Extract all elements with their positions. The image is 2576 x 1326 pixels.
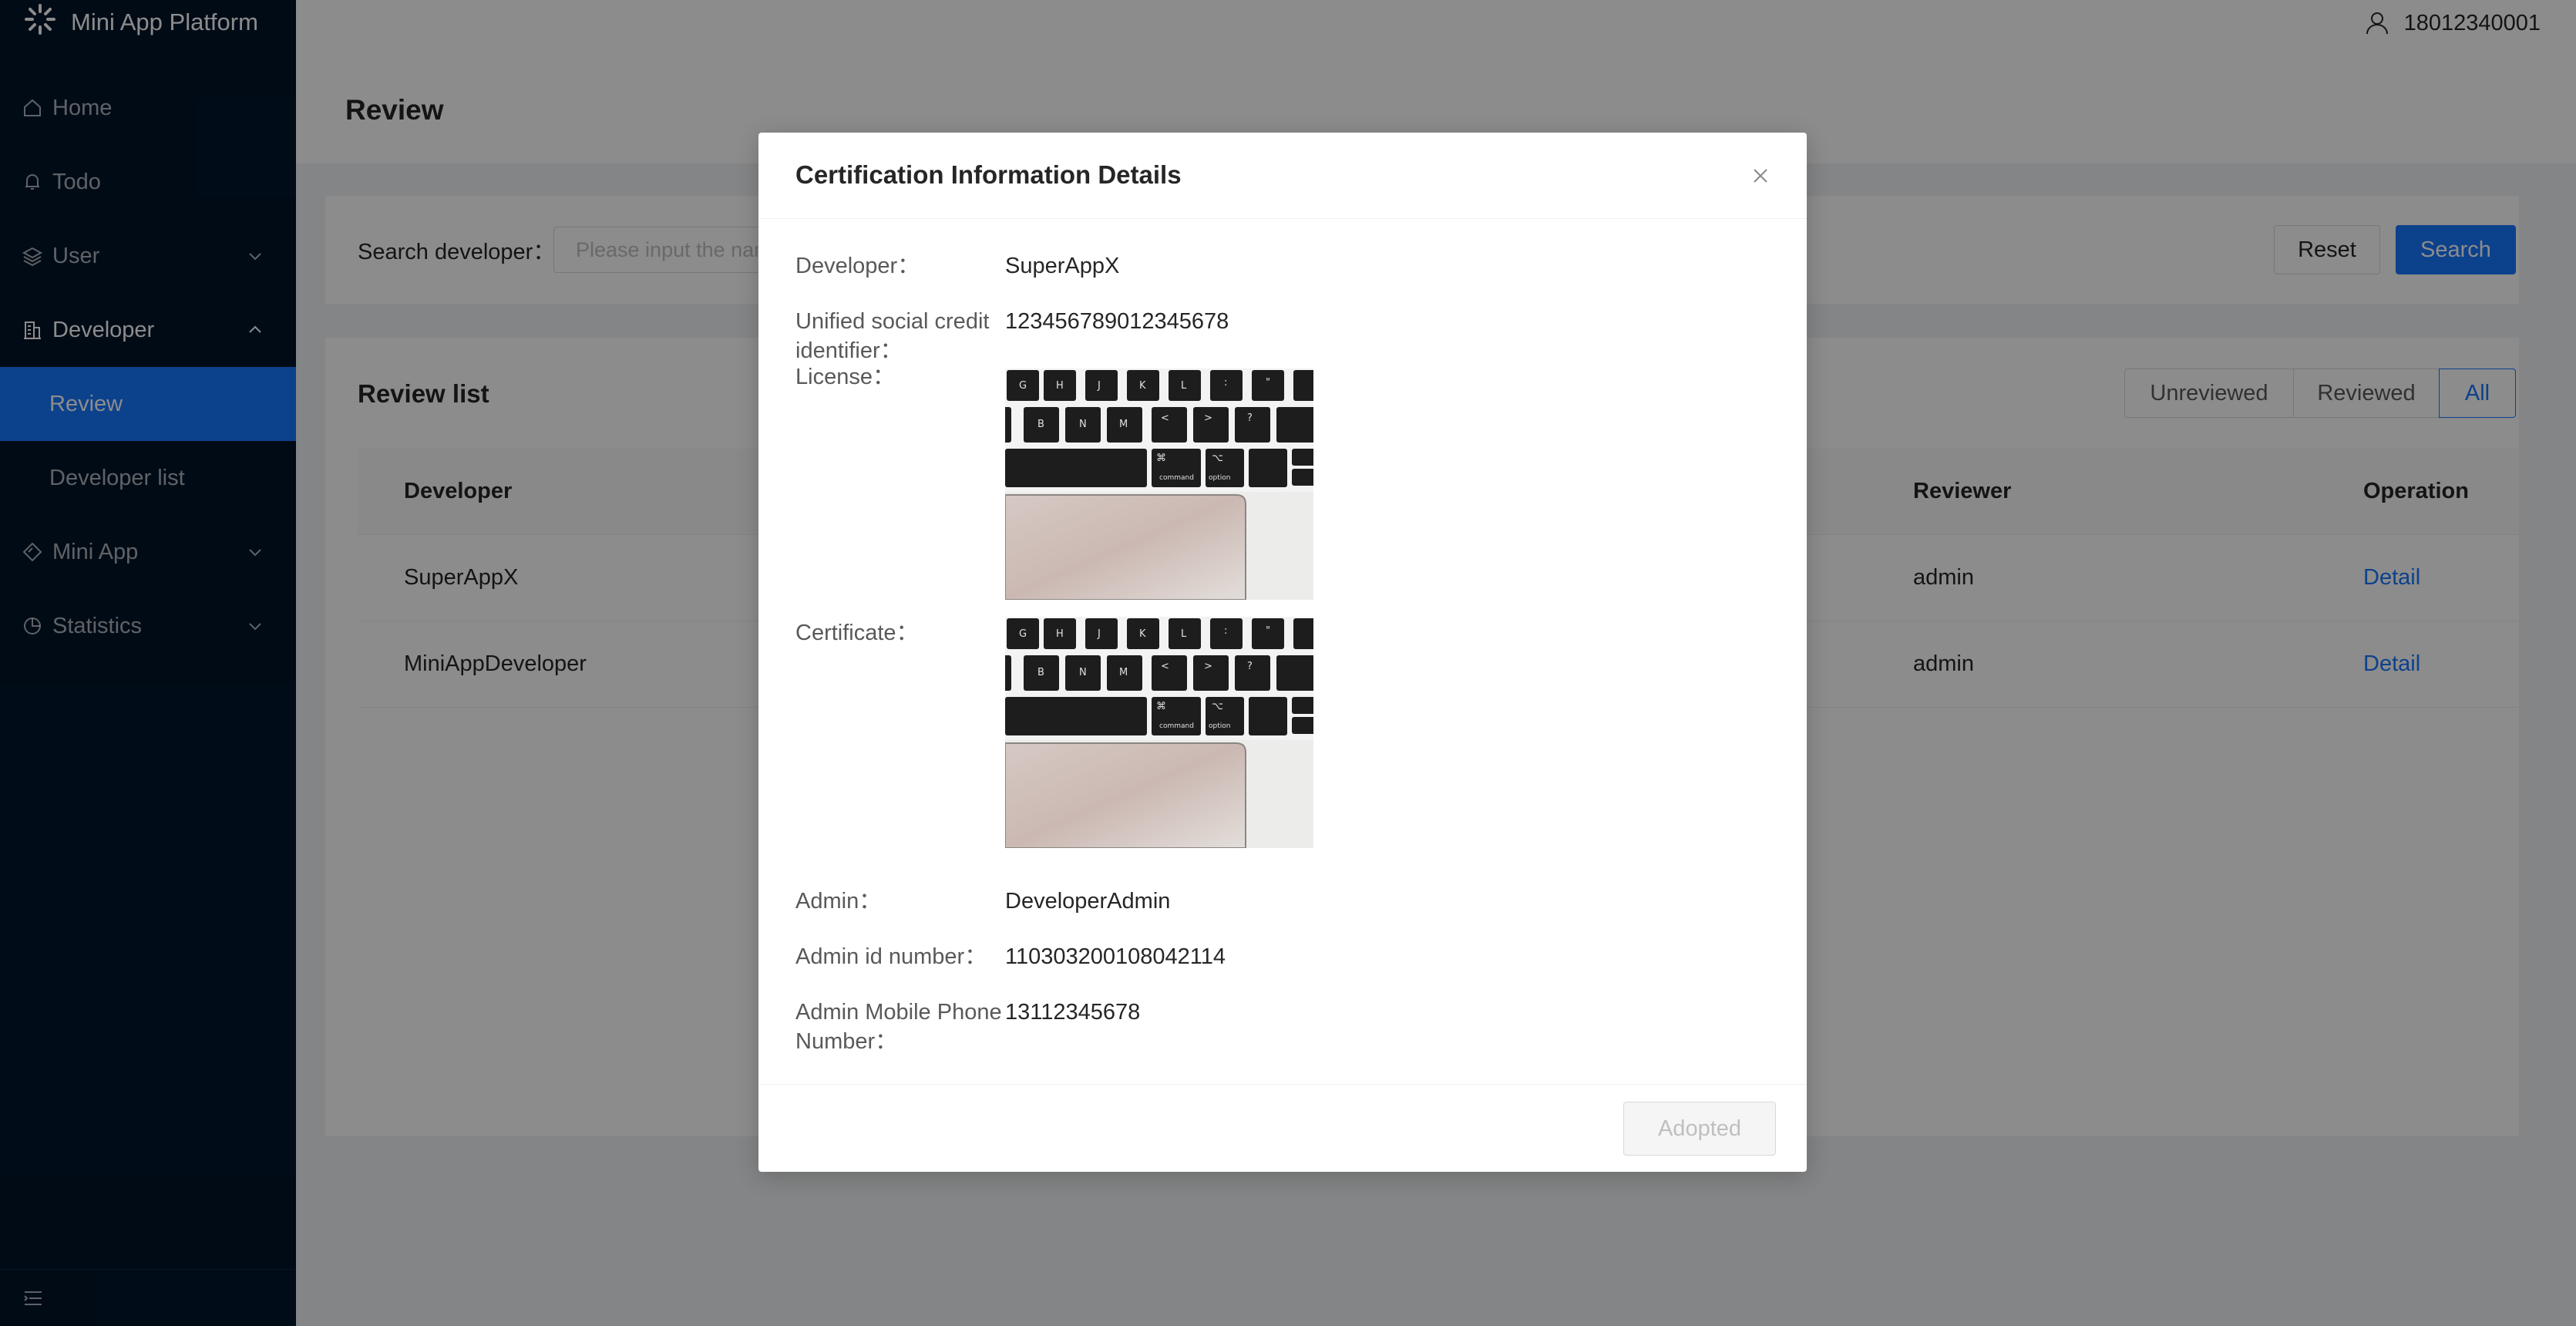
admin-id-value: 110303200108042114 [1005,944,1226,969]
svg-text:N: N [1079,419,1087,430]
svg-text:H: H [1056,628,1064,640]
developer-value: SuperAppX [1005,254,1120,278]
svg-text:⌥: ⌥ [1212,453,1223,464]
svg-text:M: M [1119,419,1128,430]
svg-text:L: L [1181,380,1187,392]
close-icon [1754,169,1767,183]
svg-text:option: option [1209,474,1230,482]
svg-text:G: G [1019,380,1027,392]
credit-label-line1: Unified social credit [795,309,990,334]
admin-label: Admin： [795,889,882,914]
certificate-label: Certificate： [795,621,919,645]
svg-text:command: command [1159,474,1194,482]
svg-text:<: < [1161,661,1169,672]
admin-id-label: Admin id number： [795,944,987,969]
svg-text:J: J [1097,380,1101,392]
admin-phone-value: 13112345678 [1005,1000,1141,1025]
svg-text:K: K [1139,628,1146,640]
credit-label-line2: identifier： [795,338,903,363]
credit-identifier-value: 123456789012345678 [1005,309,1229,334]
svg-text:>: > [1204,661,1212,672]
svg-text:J: J [1097,628,1101,640]
license-label: License： [795,365,895,389]
modal-header: Certification Information Details [758,133,1807,219]
svg-text:⌘: ⌘ [1156,453,1166,464]
svg-text:<: < [1161,412,1169,424]
svg-text:K: K [1139,380,1146,392]
certificate-image[interactable]: G H J K L: " B N M < >? ⌘ command ⌥ option [1005,617,1313,848]
svg-text:B: B [1037,667,1044,678]
adopted-button[interactable]: Adopted [1623,1102,1776,1156]
credit-identifier-label: Unified social credit identifier： [795,307,1004,365]
modal-footer: Adopted [758,1084,1807,1172]
svg-text:⌘: ⌘ [1156,701,1166,712]
svg-text::: : [1224,625,1227,637]
close-button[interactable] [1747,162,1774,190]
svg-text:?: ? [1247,412,1253,424]
svg-text::: : [1224,377,1227,389]
svg-text:B: B [1037,419,1044,430]
phone-label-line2: Number： [795,1029,898,1054]
svg-text:>: > [1204,412,1212,424]
svg-text:G: G [1019,628,1027,640]
developer-label: Developer： [795,254,920,278]
svg-text:M: M [1119,667,1128,678]
svg-text:N: N [1079,667,1087,678]
svg-text:": " [1266,377,1270,389]
svg-text:option: option [1209,722,1230,730]
admin-phone-label: Admin Mobile Phone Number： [795,998,1004,1056]
modal-title: Certification Information Details [795,160,1182,189]
svg-text:command: command [1159,722,1194,730]
admin-value: DeveloperAdmin [1005,889,1171,914]
svg-text:": " [1266,625,1270,637]
svg-text:H: H [1056,380,1064,392]
svg-text:L: L [1181,628,1187,640]
svg-text:?: ? [1247,661,1253,672]
phone-label-line1: Admin Mobile Phone [795,1000,1002,1025]
license-image[interactable]: G H J K L: " B N M < >? ⌘ command ⌥ option [1005,369,1313,600]
svg-text:⌥: ⌥ [1212,701,1223,712]
certification-modal: Certification Information Details Develo… [758,133,1807,1172]
